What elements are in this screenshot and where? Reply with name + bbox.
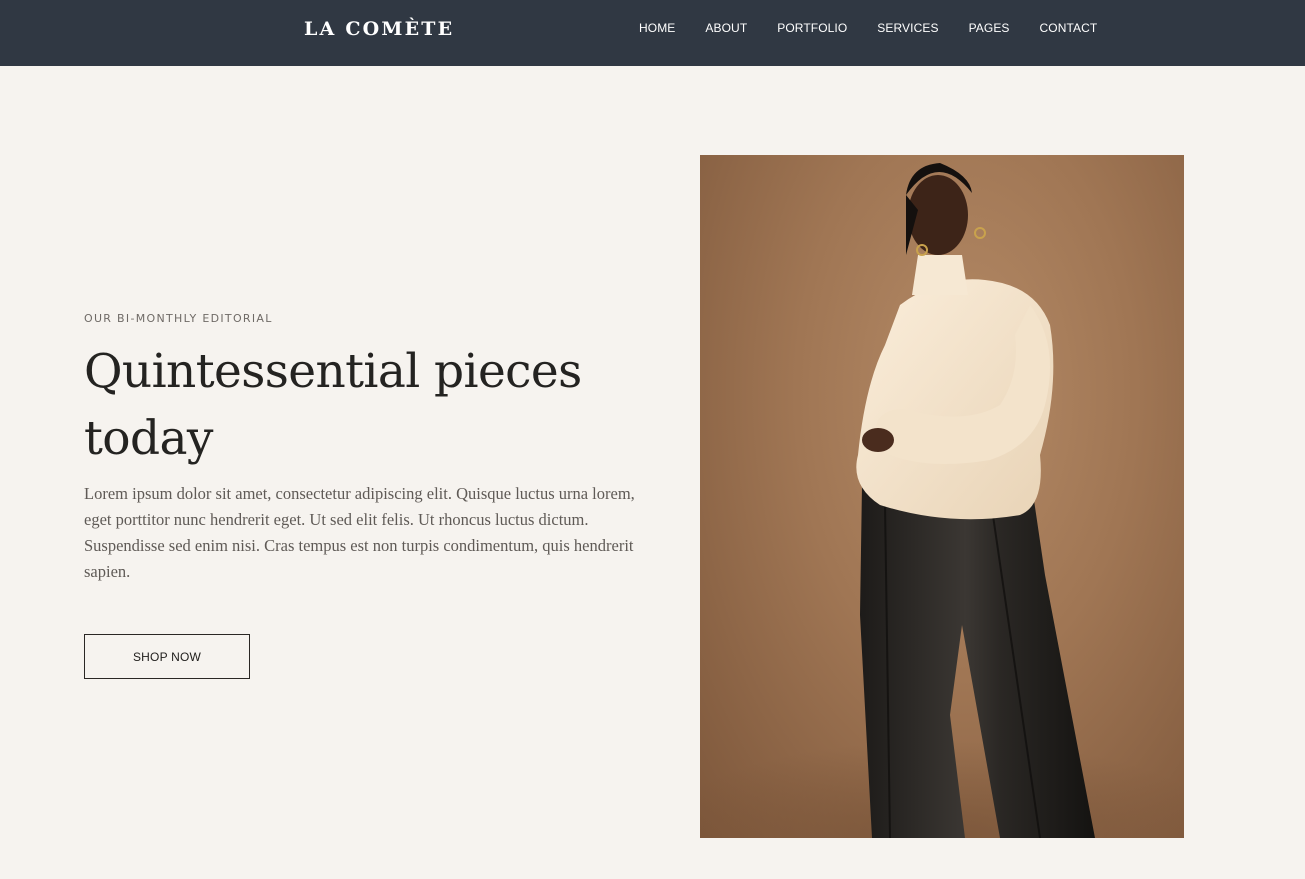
- main-nav: HOME ABOUT PORTFOLIO SERVICES PAGES CONT…: [639, 19, 1097, 37]
- site-header: LA COMÈTE HOME ABOUT PORTFOLIO SERVICES …: [0, 0, 1305, 66]
- nav-contact[interactable]: CONTACT: [1040, 19, 1098, 37]
- hero-eyebrow: OUR BI-MONTHLY EDITORIAL: [84, 312, 273, 325]
- nav-services[interactable]: SERVICES: [877, 19, 938, 37]
- nav-about[interactable]: ABOUT: [705, 19, 747, 37]
- fashion-model-illustration: [700, 163, 1184, 838]
- nav-portfolio[interactable]: PORTFOLIO: [777, 19, 847, 37]
- site-logo[interactable]: LA COMÈTE: [304, 17, 454, 41]
- nav-home[interactable]: HOME: [639, 19, 675, 37]
- nav-pages[interactable]: PAGES: [969, 19, 1010, 37]
- hero-image: [700, 155, 1184, 838]
- hero-headline: Quintessential pieces today: [84, 344, 582, 466]
- shop-now-button[interactable]: SHOP NOW: [84, 634, 250, 679]
- hero-body-text: Lorem ipsum dolor sit amet, consectetur …: [84, 484, 635, 581]
